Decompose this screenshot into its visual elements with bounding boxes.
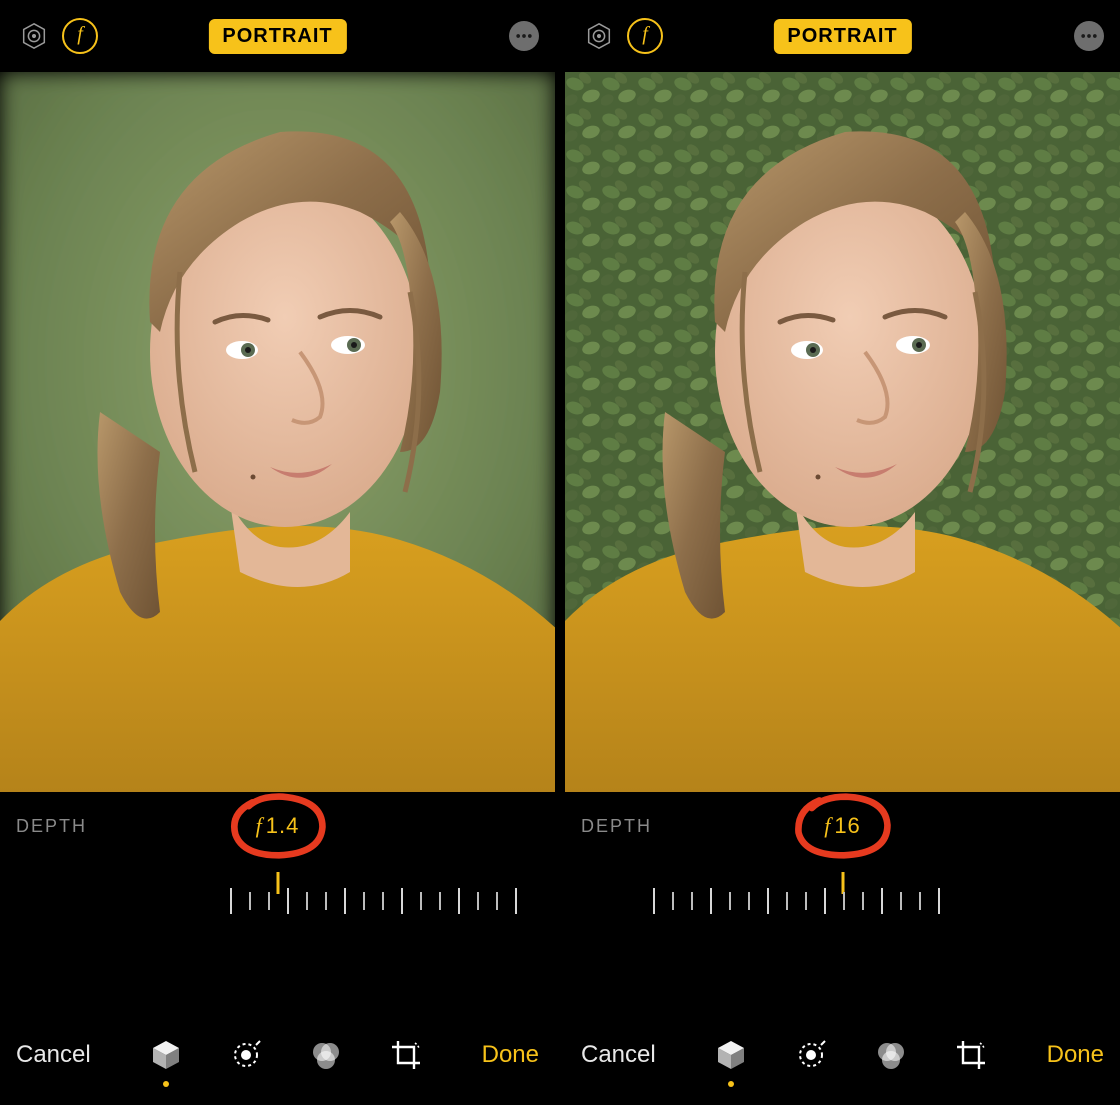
- portrait-lighting-icon[interactable]: [16, 18, 52, 54]
- slider-ticks: [230, 888, 517, 914]
- screen-right: f PORTRAIT: [565, 0, 1120, 1105]
- done-button[interactable]: Done: [482, 1041, 539, 1069]
- mode-pill[interactable]: PORTRAIT: [208, 19, 346, 54]
- aperture-icon[interactable]: f: [62, 18, 98, 54]
- cancel-button[interactable]: Cancel: [581, 1041, 656, 1069]
- tool-portrait-cube-icon[interactable]: [711, 1035, 751, 1075]
- tool-icons: [146, 1035, 426, 1075]
- portrait-lighting-icon[interactable]: [581, 18, 617, 54]
- tool-crop-icon[interactable]: [386, 1035, 426, 1075]
- slider-ticks: [653, 888, 940, 914]
- tool-filters-icon[interactable]: [306, 1035, 346, 1075]
- mode-pill[interactable]: PORTRAIT: [773, 19, 911, 54]
- photo-preview[interactable]: [565, 72, 1120, 792]
- tool-adjust-icon[interactable]: [226, 1035, 266, 1075]
- photo-preview[interactable]: [0, 72, 555, 792]
- done-button[interactable]: Done: [1047, 1041, 1104, 1069]
- bottom-toolbar: Cancel Done: [565, 1005, 1120, 1105]
- depth-row: DEPTH f1.4: [0, 792, 555, 860]
- top-toolbar: f PORTRAIT: [0, 0, 555, 72]
- screen-left: f PORTRAIT: [0, 0, 555, 1105]
- depth-label: DEPTH: [16, 816, 87, 837]
- aperture-icon-glyph: f: [77, 24, 83, 44]
- depth-label: DEPTH: [581, 816, 652, 837]
- more-icon[interactable]: [1074, 21, 1104, 51]
- aperture-value: f1.4: [256, 813, 300, 839]
- more-icon[interactable]: [509, 21, 539, 51]
- aperture-value: f16: [824, 813, 861, 839]
- depth-slider[interactable]: [565, 872, 1120, 930]
- bottom-toolbar: Cancel Done: [0, 1005, 555, 1105]
- aperture-icon-glyph: f: [642, 24, 648, 44]
- tool-icons: [711, 1035, 991, 1075]
- top-icons-left: f: [16, 18, 98, 54]
- aperture-icon[interactable]: f: [627, 18, 663, 54]
- tool-crop-icon[interactable]: [951, 1035, 991, 1075]
- cancel-button[interactable]: Cancel: [16, 1041, 91, 1069]
- top-toolbar: f PORTRAIT: [565, 0, 1120, 72]
- tool-adjust-icon[interactable]: [791, 1035, 831, 1075]
- top-icons-left: f: [581, 18, 663, 54]
- depth-slider[interactable]: [0, 872, 555, 930]
- tool-filters-icon[interactable]: [871, 1035, 911, 1075]
- depth-row: DEPTH f16: [565, 792, 1120, 860]
- tool-portrait-cube-icon[interactable]: [146, 1035, 186, 1075]
